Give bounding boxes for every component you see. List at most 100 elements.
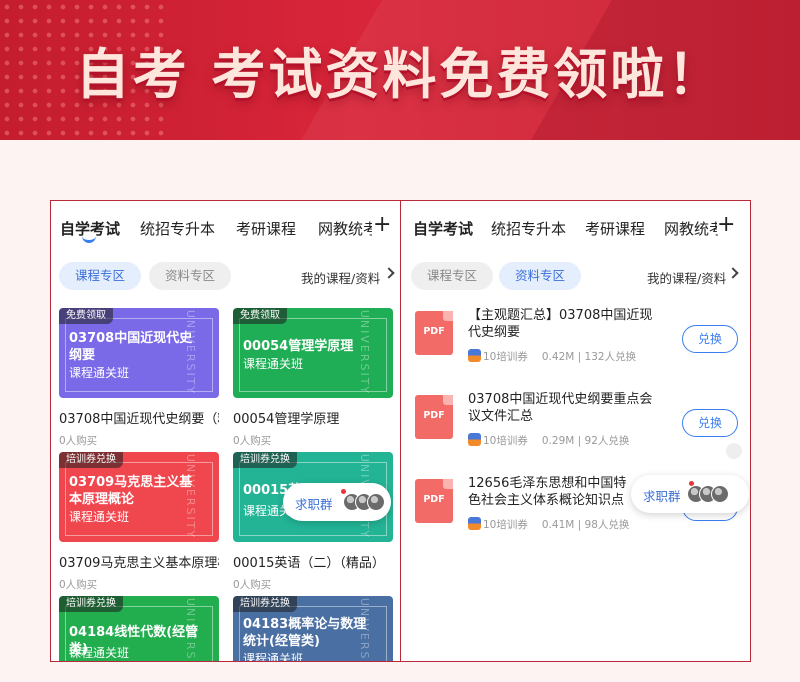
promo-banner: 自考 考试资料免费领啦！	[0, 0, 800, 140]
materials-panel: 自学考试 统招专升本 考研课程 网教统考 + 课程专区 资料专区 我的课程/资料…	[400, 200, 751, 662]
file-size: 0.41M	[541, 519, 575, 531]
coupon-icon	[468, 433, 481, 446]
university-watermark: UNIVERSITY	[183, 453, 197, 540]
tab-postgrad-courses[interactable]: 考研课程	[585, 218, 645, 239]
coupon-icon	[468, 349, 481, 362]
pdf-icon: PDF	[415, 311, 453, 355]
course-badge: 培训券兑换	[233, 452, 297, 468]
course-cover-subtitle: 课程通关班	[69, 510, 130, 524]
course-name[interactable]: 03709马克思主义基本原理概	[59, 552, 219, 571]
course-card[interactable]: 免费领取 00054管理学原理 课程通关班 UNIVERSITY 00054管理…	[233, 308, 393, 448]
redeem-count: 98人兑换	[584, 519, 630, 531]
course-badge: 免费领取	[59, 308, 113, 324]
coupon-price: 10培训券	[483, 435, 528, 447]
buyer-count: 0人购买	[233, 579, 272, 591]
course-card[interactable]: 培训券兑换 00015英语（二） 课程通关班 UNIVERSITY 00015英…	[233, 452, 393, 592]
category-tabs: 自学考试 统招专升本 考研课程 网教统考 +	[51, 201, 400, 257]
university-watermark: UNIVERSITY	[183, 597, 197, 662]
separator: |	[574, 351, 585, 363]
job-group-label: 求职群	[643, 489, 681, 504]
pdf-icon-label: PDF	[423, 326, 445, 337]
job-group-label: 求职群	[295, 497, 333, 512]
course-card[interactable]: 培训券兑换 04183概率论与数理统计(经管类) 课程通关班 UNIVERSIT…	[233, 596, 393, 662]
material-title[interactable]: 03708中国近现代史纲要重点会议文件汇总	[468, 391, 664, 425]
course-name[interactable]: 00015英语（二）（精品）	[233, 552, 393, 571]
job-group-float-button[interactable]: 求职群	[283, 483, 391, 521]
tab-online-exam[interactable]: 网教统考	[664, 218, 718, 239]
course-cover-title: 03709马克思主义基本原理概论	[69, 475, 193, 507]
course-cover-subtitle: 课程通关班	[69, 366, 130, 380]
separator: |	[574, 435, 585, 447]
course-cover-title: 00054管理学原理	[243, 339, 354, 354]
material-item[interactable]: PDF 03708中国近现代史纲要重点会议文件汇总 10培训券 0.29M | 9…	[415, 391, 745, 463]
tab-self-study-exam[interactable]: 自学考试	[413, 218, 473, 239]
filter-courses[interactable]: 课程专区	[59, 262, 142, 290]
avatar	[367, 493, 385, 511]
separator: |	[574, 519, 585, 531]
chevron-right-icon[interactable]	[727, 267, 739, 279]
category-tabs: 自学考试 统招专升本 考研课程 网教统考 +	[401, 201, 750, 257]
redeem-button[interactable]: 兑换	[682, 409, 738, 437]
buyer-count: 0人购买	[233, 435, 272, 447]
course-card[interactable]: 培训券兑换 04184线性代数(经管类) 课程通关班 UNIVERSITY	[59, 596, 219, 662]
university-watermark: UNIVERSITY	[183, 309, 197, 396]
course-cover-subtitle: 课程通关班	[243, 652, 304, 662]
course-cover[interactable]: 培训券兑换 04183概率论与数理统计(经管类) 课程通关班 UNIVERSIT…	[233, 596, 393, 662]
pdf-icon-label: PDF	[423, 410, 445, 421]
course-cover-title: 04183概率论与数理统计(经管类)	[243, 617, 367, 649]
course-panel: 自学考试 统招专升本 考研课程 网教统考 + 课程专区 资料专区 我的课程/资料…	[50, 200, 401, 662]
pdf-icon-label: PDF	[423, 494, 445, 505]
course-cover[interactable]: 培训券兑换 04184线性代数(经管类) 课程通关班 UNIVERSITY	[59, 596, 219, 662]
file-size: 0.29M	[541, 435, 575, 447]
pdf-icon: PDF	[415, 479, 453, 523]
course-card[interactable]: 培训券兑换 03709马克思主义基本原理概论 课程通关班 UNIVERSITY …	[59, 452, 219, 592]
course-cover-subtitle: 课程通关班	[69, 646, 130, 660]
redeem-button[interactable]: 兑换	[682, 325, 738, 353]
course-badge: 培训券兑换	[59, 596, 123, 612]
course-cover[interactable]: 免费领取 00054管理学原理 课程通关班 UNIVERSITY	[233, 308, 393, 398]
redeem-count: 132人兑换	[584, 351, 637, 363]
job-group-float-button[interactable]: 求职群	[631, 475, 749, 513]
active-tab-indicator	[82, 236, 96, 243]
material-meta: 10培训券 0.29M | 92人兑换	[468, 433, 629, 448]
buyer-count: 0人购买	[59, 579, 98, 591]
course-cover[interactable]: 培训券兑换 03709马克思主义基本原理概论 课程通关班 UNIVERSITY	[59, 452, 219, 542]
filter-materials[interactable]: 资料专区	[149, 262, 232, 290]
banner-title: 自考 考试资料免费领啦！	[75, 43, 725, 106]
my-courses-link[interactable]: 我的课程/资料	[647, 268, 726, 287]
tab-unified-upgrade[interactable]: 统招专升本	[491, 218, 566, 239]
course-card[interactable]: 免费领取 03708中国近现代史纲要 课程通关班 UNIVERSITY 0370…	[59, 308, 219, 448]
material-item[interactable]: PDF 【主观题汇总】03708中国近现代史纲要 10培训券 0.42M | 13…	[415, 307, 745, 379]
buyer-count: 0人购买	[59, 435, 98, 447]
file-size: 0.42M	[541, 351, 575, 363]
course-cover[interactable]: 免费领取 03708中国近现代史纲要 课程通关班 UNIVERSITY	[59, 308, 219, 398]
coupon-price: 10培训券	[483, 351, 528, 363]
course-cover-title: 03708中国近现代史纲要	[69, 331, 193, 363]
plus-icon[interactable]: +	[373, 214, 391, 236]
my-courses-link[interactable]: 我的课程/资料	[301, 268, 380, 287]
filter-materials[interactable]: 资料专区	[499, 262, 582, 290]
tab-unified-upgrade[interactable]: 统招专升本	[140, 218, 215, 239]
course-badge: 免费领取	[233, 308, 287, 324]
material-title[interactable]: 【主观题汇总】03708中国近现代史纲要	[468, 307, 664, 341]
filter-courses[interactable]: 课程专区	[411, 262, 494, 290]
chevron-right-icon[interactable]	[383, 267, 395, 279]
coupon-price: 10培训券	[483, 519, 528, 531]
material-title[interactable]: 12656毛泽东思想和中国特色社会主义体系概论知识点汇总	[468, 475, 636, 509]
course-name[interactable]: 00054管理学原理	[233, 408, 393, 427]
course-badge: 培训券兑换	[59, 452, 123, 468]
material-meta: 10培训券 0.42M | 132人兑换	[468, 349, 636, 364]
material-meta: 10培训券 0.41M | 98人兑换	[468, 517, 629, 532]
university-watermark: UNIVERSITY	[357, 309, 371, 396]
tab-online-exam[interactable]: 网教统考	[318, 218, 372, 239]
tab-postgrad-courses[interactable]: 考研课程	[236, 218, 296, 239]
pdf-icon: PDF	[415, 395, 453, 439]
redeem-count: 92人兑换	[584, 435, 630, 447]
course-badge: 培训券兑换	[233, 596, 297, 612]
coupon-icon	[468, 517, 481, 530]
course-cover-subtitle: 课程通关班	[243, 357, 304, 371]
university-watermark: UNIVERSITY	[357, 597, 371, 662]
plus-icon[interactable]: +	[717, 214, 735, 236]
course-name[interactable]: 03708中国近现代史纲要（精	[59, 408, 219, 427]
notification-dot	[341, 489, 346, 494]
